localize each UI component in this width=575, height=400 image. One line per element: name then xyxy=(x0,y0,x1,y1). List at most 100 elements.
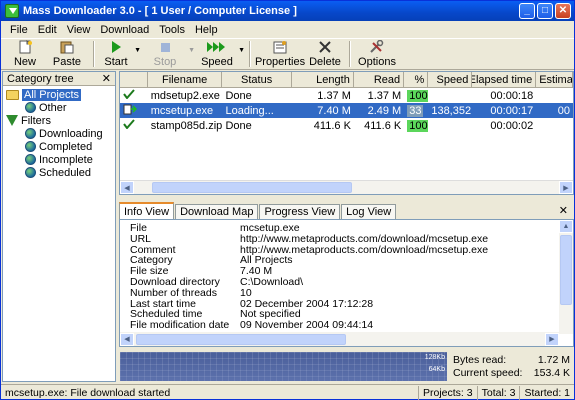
status-total: Total: 3 xyxy=(476,385,520,400)
info-row: Category All Projects xyxy=(130,254,293,267)
scroll-thumb[interactable] xyxy=(152,182,352,193)
minimize-button[interactable]: _ xyxy=(519,3,535,19)
download-list: Filename Status Length Read % Speed Elap… xyxy=(119,71,574,195)
menu-help[interactable]: Help xyxy=(190,24,223,36)
list-header: Filename Status Length Read % Speed Elap… xyxy=(120,72,573,88)
graph-mid-label: 64Kb xyxy=(428,366,445,373)
current-speed-value: 153.4 K xyxy=(533,367,570,379)
status-message: mcsetup.exe: File download started xyxy=(5,386,171,399)
app-icon xyxy=(5,4,19,18)
table-row-selected[interactable]: mcsetup.exe Loading... 7.40 M 2.49 M 33 … xyxy=(120,103,573,118)
filter-icon xyxy=(6,115,18,126)
menu-view[interactable]: View xyxy=(62,24,96,36)
tab-log-view[interactable]: Log View xyxy=(341,204,397,219)
menu-tools[interactable]: Tools xyxy=(154,24,190,36)
speed-graph: 128Kb 64Kb xyxy=(120,352,447,381)
new-button[interactable]: New xyxy=(5,39,45,69)
scroll-left-icon[interactable]: ◀ xyxy=(120,181,134,194)
speed-button[interactable]: Speed ▼ xyxy=(197,39,245,69)
globe-icon xyxy=(25,141,36,152)
tab-info-view[interactable]: Info View xyxy=(119,202,175,219)
status-bar: mcsetup.exe: File download started Proje… xyxy=(1,384,574,400)
paste-button[interactable]: Paste xyxy=(45,39,89,69)
col-speed[interactable]: Speed xyxy=(428,72,473,87)
speed-icon xyxy=(206,40,228,54)
tree-item-other[interactable]: Other xyxy=(3,101,115,114)
scroll-right-icon[interactable]: ▶ xyxy=(545,332,559,346)
tree-item-all-projects[interactable]: All Projects xyxy=(3,88,115,101)
app-window: Mass Downloader 3.0 - [ 1 User / Compute… xyxy=(0,0,575,400)
tree-item-incomplete[interactable]: Incomplete xyxy=(3,153,115,166)
tools-icon xyxy=(369,40,385,54)
menu-download[interactable]: Download xyxy=(95,24,154,36)
col-estimate[interactable]: Estimate xyxy=(536,72,573,87)
close-button[interactable]: ✕ xyxy=(555,3,571,19)
category-tree-pane: Category tree ✕ All Projects Other Filte… xyxy=(2,71,116,382)
tree-item-scheduled[interactable]: Scheduled xyxy=(3,166,115,179)
paste-icon xyxy=(59,40,75,54)
scroll-up-icon[interactable]: ▲ xyxy=(559,220,573,233)
toolbar: New Paste Start ▼ Stop ▼ Speed ▼ Propert… xyxy=(1,38,574,70)
globe-icon xyxy=(25,102,36,113)
speed-dropdown-icon[interactable]: ▼ xyxy=(238,47,245,54)
col-status[interactable]: Status xyxy=(222,72,292,87)
bytes-read-value: 1.72 M xyxy=(537,354,570,366)
table-row[interactable]: stamp085d.zip Done 411.6 K 411.6 K 100 0… xyxy=(120,118,573,133)
download-stats: Bytes read: 1.72 M Current speed: 153.4 K xyxy=(453,354,570,379)
graph-top-label: 128Kb xyxy=(424,354,445,361)
start-button[interactable]: Start ▼ xyxy=(99,39,141,69)
info-row: File modification date 09 November 2004 0… xyxy=(130,319,374,332)
delete-icon xyxy=(318,40,332,54)
maximize-button[interactable]: □ xyxy=(537,3,553,19)
globe-icon xyxy=(25,167,36,178)
folder-open-icon xyxy=(6,89,19,100)
globe-icon xyxy=(25,154,36,165)
new-icon xyxy=(17,40,33,54)
status-started: Started: 1 xyxy=(519,385,574,400)
scroll-right-icon[interactable]: ▶ xyxy=(559,181,573,194)
tab-progress-view[interactable]: Progress View xyxy=(259,204,341,219)
status-projects: Projects: 3 xyxy=(418,385,477,400)
delete-button[interactable]: Delete xyxy=(305,39,345,69)
info-row: Number of threads 10 xyxy=(130,286,252,299)
tree-item-completed[interactable]: Completed xyxy=(3,140,115,153)
scroll-left-icon[interactable]: ◀ xyxy=(120,332,134,346)
properties-icon xyxy=(272,40,288,54)
menu-bar: File Edit View Download Tools Help xyxy=(1,21,574,38)
stop-dropdown-icon[interactable]: ▼ xyxy=(188,47,195,54)
title-bar[interactable]: Mass Downloader 3.0 - [ 1 User / Compute… xyxy=(1,1,574,21)
options-button[interactable]: Options xyxy=(355,39,399,69)
info-vertical-scrollbar[interactable]: ▲ xyxy=(559,220,573,334)
col-filename[interactable]: Filename xyxy=(148,72,223,87)
tab-download-map[interactable]: Download Map xyxy=(175,204,259,219)
col-icon[interactable] xyxy=(120,72,148,87)
menu-edit[interactable]: Edit xyxy=(33,24,62,36)
list-horizontal-scrollbar[interactable]: ◀ ▶ xyxy=(120,180,573,194)
close-detail-icon[interactable]: ✕ xyxy=(559,204,568,217)
tree-item-downloading[interactable]: Downloading xyxy=(3,127,115,140)
category-tree-header: Category tree ✕ xyxy=(3,72,115,86)
col-elapsed[interactable]: Elapsed time xyxy=(472,72,537,87)
check-icon xyxy=(120,89,148,102)
scroll-thumb[interactable] xyxy=(136,333,346,345)
info-row: Comment http://www.metaproducts.com/downl… xyxy=(130,243,489,256)
col-length[interactable]: Length xyxy=(292,72,354,87)
play-icon xyxy=(109,40,123,54)
window-title: Mass Downloader 3.0 - [ 1 User / Compute… xyxy=(23,5,297,17)
col-percent[interactable]: % xyxy=(404,72,429,87)
info-row: URL http://www.metaproducts.com/download/… xyxy=(130,232,489,245)
table-row[interactable]: mdsetup2.exe Done 1.37 M 1.37 M 100 00:0… xyxy=(120,88,573,103)
info-horizontal-scrollbar[interactable]: ◀ ▶ xyxy=(120,332,559,346)
col-read[interactable]: Read xyxy=(354,72,405,87)
detail-tabs: Info View Download Map Progress View Log… xyxy=(119,202,574,219)
globe-icon xyxy=(25,128,36,139)
menu-file[interactable]: File xyxy=(5,24,33,36)
stop-icon xyxy=(158,40,172,54)
close-pane-icon[interactable]: ✕ xyxy=(102,72,111,85)
check-icon xyxy=(120,119,148,132)
properties-button[interactable]: Properties xyxy=(255,39,305,69)
tree-item-filters[interactable]: Filters xyxy=(3,114,115,127)
stop-button[interactable]: Stop ▼ xyxy=(143,39,195,69)
scroll-thumb[interactable] xyxy=(560,235,572,305)
start-dropdown-icon[interactable]: ▼ xyxy=(134,47,141,54)
